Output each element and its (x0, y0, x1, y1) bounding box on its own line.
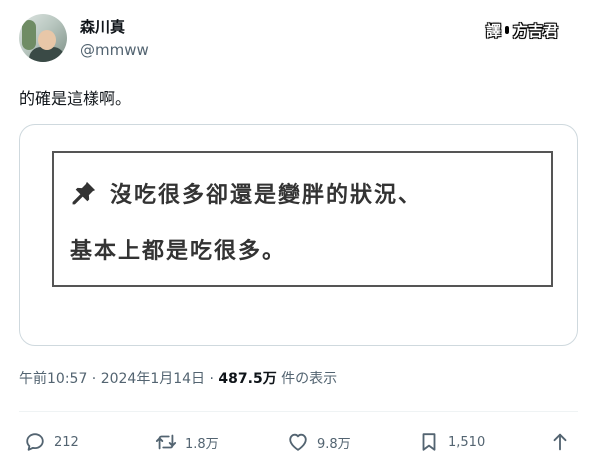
heart-icon (289, 433, 307, 451)
bookmark-icon (422, 433, 436, 451)
reply-count: 212 (54, 434, 79, 450)
reply-button[interactable]: 212 (24, 428, 79, 456)
quote-line-1-text: 沒吃很多卻還是變胖的狀況、 (110, 183, 423, 208)
retweet-button[interactable]: 1.8万 (155, 428, 219, 456)
avatar-background (22, 20, 36, 50)
avatar-face (38, 30, 56, 50)
tweet-text: 的確是這樣啊。 (19, 89, 132, 108)
media-card[interactable]: 沒吃很多卻還是變胖的狀況、 基本上都是吃很多。 (19, 124, 578, 346)
retweet-count: 1.8万 (185, 436, 219, 452)
divider (19, 411, 578, 412)
share-button[interactable] (549, 428, 579, 456)
tweet-meta: 午前10:57 · 2024年1月14日 · 487.5万 件の表示 (19, 368, 337, 388)
translator-watermark: 譯 方吉君 (486, 20, 558, 40)
retweet-icon (155, 434, 177, 450)
like-button[interactable]: 9.8万 (287, 428, 351, 456)
bookmark-count: 1,510 (448, 434, 486, 450)
quote-image: 沒吃很多卻還是變胖的狀況、 基本上都是吃很多。 (52, 151, 553, 287)
pushpin-icon (72, 181, 96, 205)
bookmark-button[interactable]: 1,510 (418, 428, 485, 456)
like-count: 9.8万 (317, 436, 351, 452)
display-name[interactable]: 森川真 (80, 16, 125, 37)
quote-line-1: 沒吃很多卻還是變胖的狀況、 (70, 177, 422, 209)
quote-line-2: 基本上都是吃很多。 (70, 239, 287, 264)
view-count: 487.5万 (218, 371, 277, 387)
user-handle[interactable]: @mmww (80, 41, 149, 59)
watermark-prefix: 譯 (486, 21, 502, 40)
timestamp[interactable]: 午前10:57 · 2024年1月14日 · (19, 371, 218, 387)
reply-icon (26, 433, 44, 451)
view-label: 件の表示 (276, 371, 338, 387)
watermark-separator (504, 25, 511, 35)
avatar[interactable] (19, 14, 67, 62)
watermark-name: 方吉君 (513, 21, 559, 40)
share-icon (553, 433, 567, 451)
